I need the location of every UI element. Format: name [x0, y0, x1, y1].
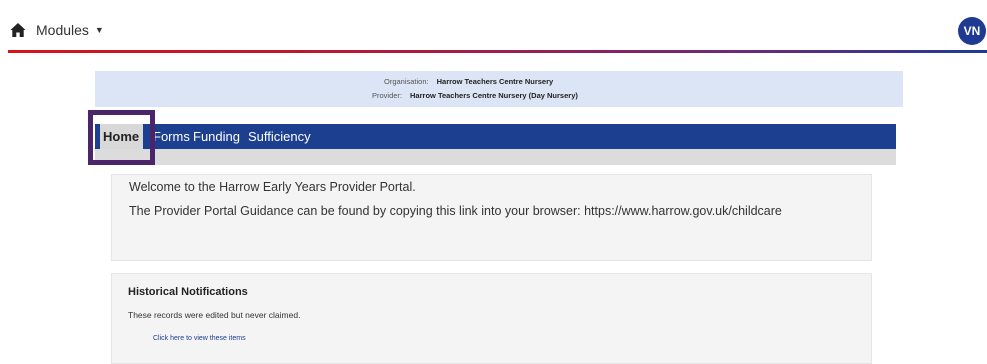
- welcome-text: Welcome to the Harrow Early Years Provid…: [129, 180, 416, 194]
- organisation-value: Harrow Teachers Centre Nursery: [436, 77, 554, 86]
- main-nav: Forms Funding Sufficiency: [95, 124, 896, 149]
- notifications-text: These records were edited but never clai…: [128, 310, 301, 320]
- provider-row: Provider: Harrow Teachers Centre Nursery …: [372, 91, 578, 100]
- caret-down-icon: ▼: [94, 25, 104, 35]
- user-avatar[interactable]: VN: [958, 17, 986, 45]
- nav-forms[interactable]: Forms: [153, 129, 190, 144]
- provider-value: Harrow Teachers Centre Nursery (Day Nurs…: [410, 91, 578, 100]
- top-navbar: Modules ▼ VN: [0, 0, 987, 52]
- focus-highlight: [88, 110, 155, 165]
- home-icon[interactable]: [10, 22, 26, 38]
- organisation-row: Organisation: Harrow Teachers Centre Nurs…: [384, 77, 553, 86]
- nav-sufficiency[interactable]: Sufficiency: [248, 129, 311, 144]
- guidance-text: The Provider Portal Guidance can be foun…: [129, 204, 782, 218]
- modules-label: Modules: [36, 22, 89, 38]
- modules-menu[interactable]: Modules ▼: [36, 22, 104, 38]
- notifications-panel: Historical Notifications These records w…: [111, 273, 872, 364]
- welcome-panel: Welcome to the Harrow Early Years Provid…: [111, 174, 872, 261]
- provider-label: Provider:: [372, 91, 403, 100]
- nav-funding[interactable]: Funding: [193, 129, 240, 144]
- view-items-link[interactable]: Click here to view these items: [153, 335, 246, 342]
- nav-subbar: [95, 149, 896, 165]
- organisation-info: Organisation: Harrow Teachers Centre Nurs…: [95, 71, 903, 107]
- organisation-label: Organisation:: [384, 77, 429, 86]
- notifications-title: Historical Notifications: [128, 286, 248, 298]
- header-accent-line: [8, 50, 987, 53]
